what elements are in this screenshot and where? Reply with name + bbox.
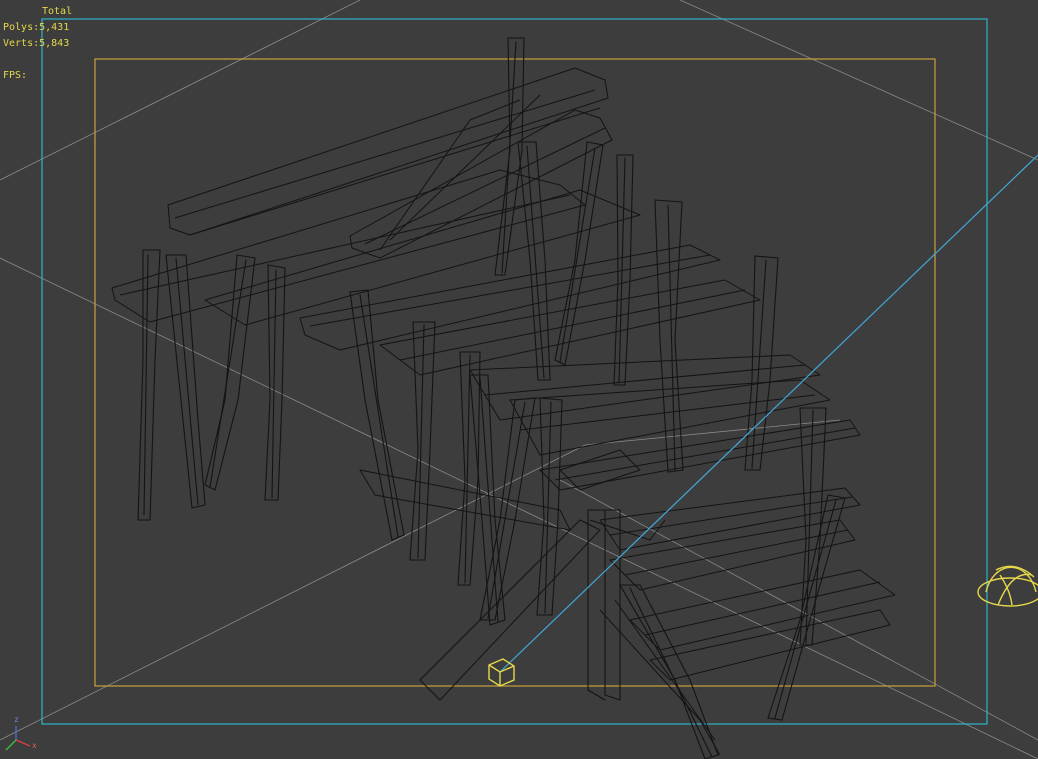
- grid-lines: [0, 0, 1038, 759]
- post: [554, 141, 604, 366]
- post-edge: [487, 401, 526, 619]
- plank: [629, 569, 896, 651]
- x-axis-label: x: [32, 741, 37, 750]
- plank: [469, 354, 821, 421]
- plank-edge: [554, 427, 856, 481]
- post: [744, 255, 779, 471]
- post-edge: [479, 377, 499, 623]
- post-edge: [143, 254, 149, 516]
- fps-label: FPS:: [3, 70, 28, 81]
- verts-value: 5,843: [39, 38, 70, 49]
- post-edge: [587, 509, 606, 701]
- stats-polys-row: Polys:5,431: [3, 20, 72, 36]
- post: [587, 509, 621, 701]
- post-edge: [417, 324, 425, 559]
- post-edge: [209, 259, 247, 488]
- post-edge: [559, 147, 596, 363]
- wireframe-scene[interactable]: [0, 0, 1038, 759]
- grid-line: [559, 479, 1038, 741]
- safe-frame-inner: [94, 58, 936, 687]
- y-axis-line: [5, 739, 17, 751]
- post-edge: [271, 269, 277, 499]
- perspective-viewport[interactable]: Total Polys:5,431 Verts:5,843 FPS: z x: [0, 0, 1038, 759]
- plank-edge: [174, 89, 596, 219]
- grid-line: [0, 444, 586, 741]
- yellow-cube-icon[interactable]: [488, 658, 515, 687]
- stats-verts-row: Verts:5,843: [3, 36, 72, 52]
- polys-value: 5,431: [39, 22, 70, 33]
- plank-edge: [364, 127, 606, 245]
- post: [517, 141, 551, 381]
- post-edge: [464, 354, 471, 584]
- stats-total-label: Total: [42, 6, 73, 17]
- brace: [614, 599, 716, 741]
- plank: [509, 379, 831, 456]
- wireframe-posts: [137, 37, 846, 759]
- post-edge: [359, 294, 399, 538]
- z-axis-label: z: [14, 715, 19, 724]
- plank: [167, 67, 609, 236]
- post: [165, 254, 206, 509]
- plank: [111, 169, 586, 323]
- plank-edge: [589, 519, 666, 541]
- plank: [649, 609, 891, 681]
- polys-label: Polys:: [3, 22, 40, 33]
- stats-overlay: Total Polys:5,431 Verts:5,843 FPS:: [3, 4, 72, 84]
- axis-tripod-icon: z x: [5, 715, 37, 751]
- brace: [379, 99, 521, 251]
- plank-edge: [624, 529, 849, 576]
- verts-label: Verts:: [3, 38, 40, 49]
- grid-line: [679, 0, 1038, 161]
- safe-frame-outer: [41, 18, 988, 725]
- x-axis-line: [15, 739, 31, 747]
- wireframe-planks: [111, 67, 896, 756]
- post: [204, 254, 256, 491]
- post: [349, 289, 405, 541]
